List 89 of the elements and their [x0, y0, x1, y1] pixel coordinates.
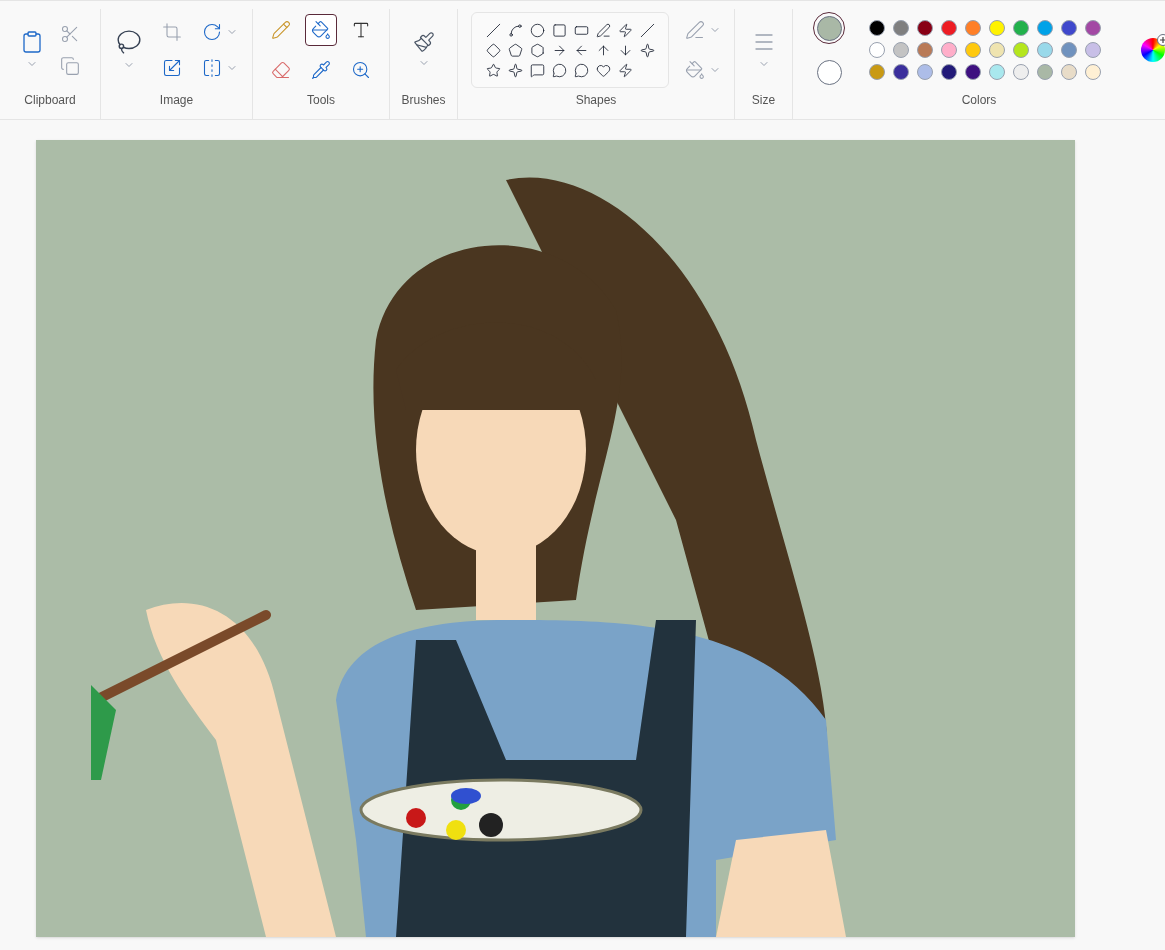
curve-icon [507, 22, 523, 38]
shape-button[interactable] [484, 61, 502, 79]
group-label: Tools [307, 92, 335, 109]
color-swatch[interactable] [1037, 64, 1053, 80]
color-swatch[interactable] [917, 64, 933, 80]
color-swatch[interactable] [869, 42, 885, 58]
group-label: Size [751, 92, 776, 109]
color-swatch[interactable] [989, 20, 1005, 36]
color-swatch[interactable] [917, 42, 933, 58]
scissors-icon [60, 24, 80, 44]
group-label: Brushes [401, 92, 446, 109]
color-swatch[interactable] [989, 42, 1005, 58]
color-swatch[interactable] [1013, 42, 1029, 58]
shape-button[interactable] [484, 41, 502, 59]
group-label: Image [159, 92, 194, 109]
copy-button[interactable] [60, 56, 80, 76]
shape-button[interactable] [616, 61, 634, 79]
color-swatch[interactable] [1013, 20, 1029, 36]
shape-button[interactable] [550, 61, 568, 79]
color-swatch[interactable] [965, 64, 981, 80]
rotate-icon [201, 22, 222, 42]
color-swatch[interactable] [1085, 20, 1101, 36]
color-swatch[interactable] [1037, 42, 1053, 58]
star-icon [485, 62, 501, 78]
pentagon-icon [507, 42, 523, 58]
color-swatch[interactable] [1037, 20, 1053, 36]
outline-button[interactable] [685, 20, 721, 40]
four-point-star-icon [639, 42, 655, 58]
oval-callout-icon [551, 62, 567, 78]
shape-button[interactable] [528, 61, 546, 79]
eraser-icon [271, 60, 291, 80]
color-swatch[interactable] [917, 20, 933, 36]
color-swatch[interactable] [1013, 64, 1029, 80]
paint-bucket-icon [311, 20, 331, 40]
lasso-icon [115, 29, 142, 55]
resize-icon [161, 58, 182, 78]
color-swatch[interactable] [893, 20, 909, 36]
color-swatch[interactable] [941, 64, 957, 80]
magnifier-icon [351, 60, 371, 80]
color-swatch[interactable] [1061, 42, 1077, 58]
flip-button[interactable] [201, 58, 238, 78]
color-swatch[interactable] [1085, 42, 1101, 58]
lightning-icon [617, 62, 633, 78]
color-swatch[interactable] [893, 42, 909, 58]
color-swatch[interactable] [941, 20, 957, 36]
down-arrow-icon [617, 42, 633, 58]
rectangle-icon [551, 22, 567, 38]
shape-button[interactable] [638, 41, 656, 59]
copy-icon [60, 56, 80, 76]
brush-icon [412, 31, 435, 53]
shape-button[interactable] [528, 41, 546, 59]
outline-icon [685, 20, 705, 40]
eyedropper-icon [311, 60, 331, 80]
color-swatch[interactable] [1085, 64, 1101, 80]
color-swatch[interactable] [965, 42, 981, 58]
shape-button[interactable] [506, 21, 524, 39]
color-swatch[interactable] [893, 64, 909, 80]
color-swatch[interactable] [1061, 20, 1077, 36]
diamond-icon [485, 42, 501, 58]
flip-icon [201, 58, 222, 78]
color-swatch[interactable] [989, 64, 1005, 80]
oval-icon [529, 22, 545, 38]
color-swatch[interactable] [869, 64, 885, 80]
right-arrow-icon [551, 42, 567, 58]
heart-icon [595, 62, 611, 78]
line-icon [485, 22, 501, 38]
shape-button[interactable] [506, 41, 524, 59]
pencil-icon [271, 20, 291, 40]
color-swatch[interactable] [869, 20, 885, 36]
group-label: Clipboard [24, 92, 76, 109]
hexagon-icon [529, 42, 545, 58]
text-icon [351, 20, 371, 40]
crop-icon [161, 22, 182, 42]
cut-button[interactable] [60, 24, 80, 44]
group-label: Colors [961, 92, 997, 109]
group-label: Shapes [575, 92, 617, 109]
fill-button[interactable] [685, 60, 721, 80]
fill-icon [685, 60, 705, 80]
rotate-button[interactable] [201, 22, 238, 42]
resize-button[interactable] [161, 58, 182, 78]
crop-button[interactable] [161, 22, 182, 42]
color-swatch[interactable] [965, 20, 981, 36]
shape-button[interactable] [484, 21, 502, 39]
rectangle-callout-icon [529, 62, 545, 78]
color-swatch[interactable] [941, 42, 957, 58]
color-swatch[interactable] [1061, 64, 1077, 80]
tool-button[interactable] [305, 14, 337, 46]
clipboard-icon [20, 30, 44, 54]
shape-button[interactable] [528, 21, 546, 39]
